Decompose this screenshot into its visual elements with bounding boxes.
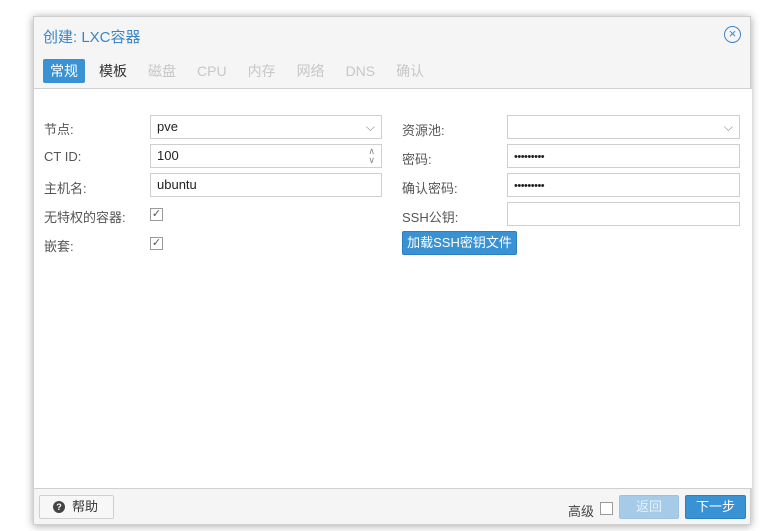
- dialog-titlebar: 创建: LXC容器 ×: [34, 17, 750, 55]
- tab-dns: DNS: [345, 63, 376, 79]
- chevron-down-icon[interactable]: ⌵: [724, 116, 733, 138]
- tab-template[interactable]: 模板: [92, 59, 134, 83]
- nesting-checkbox[interactable]: ✓: [150, 237, 163, 250]
- confirm-password-input[interactable]: •••••••••: [507, 173, 740, 197]
- password-input[interactable]: •••••••••: [507, 144, 740, 168]
- password-label: 密码:: [402, 152, 432, 167]
- advanced-label: 高级: [568, 504, 595, 519]
- checkmark-icon: ✓: [151, 237, 162, 249]
- question-circle-icon: ?: [53, 501, 65, 513]
- dialog-footer: ? 帮助 高级 返回 下一步: [34, 490, 752, 526]
- ssh-key-label: SSH公钥:: [402, 210, 459, 225]
- tab-disks: 磁盘: [148, 63, 176, 79]
- ssh-key-input[interactable]: [507, 202, 740, 226]
- pool-select[interactable]: ⌵: [507, 115, 740, 139]
- ctid-value: 100: [157, 148, 179, 163]
- checkmark-icon: ✓: [151, 208, 162, 220]
- help-label: 帮助: [72, 499, 99, 514]
- dialog-title: 创建: LXC容器: [43, 29, 141, 46]
- nesting-label: 嵌套:: [44, 239, 74, 254]
- node-select[interactable]: pve ⌵: [150, 115, 382, 139]
- confirm-password-label: 确认密码:: [402, 181, 458, 196]
- hostname-label: 主机名:: [44, 181, 87, 196]
- help-button[interactable]: ? 帮助: [39, 495, 114, 519]
- back-button[interactable]: 返回: [619, 495, 679, 519]
- tab-memory: 内存: [247, 63, 276, 79]
- hostname-value: ubuntu: [157, 177, 197, 192]
- node-value: pve: [157, 119, 178, 134]
- hostname-input[interactable]: ubuntu: [150, 173, 382, 197]
- node-label: 节点:: [44, 122, 74, 137]
- password-value: •••••••••: [514, 151, 545, 163]
- spinner-arrows-icon[interactable]: ∧ ∨: [368, 147, 375, 165]
- tab-network: 网络: [296, 63, 325, 79]
- confirm-password-value: •••••••••: [514, 180, 545, 192]
- tab-confirm: 确认: [396, 63, 425, 79]
- unprivileged-label: 无特权的容器:: [44, 210, 126, 225]
- tab-general[interactable]: 常规: [43, 59, 85, 83]
- pool-label: 资源池:: [402, 123, 445, 138]
- ctid-label: CT ID:: [44, 149, 82, 164]
- next-button[interactable]: 下一步: [685, 495, 746, 519]
- unprivileged-checkbox[interactable]: ✓: [150, 208, 163, 221]
- tab-cpu: CPU: [197, 63, 227, 79]
- load-ssh-key-button[interactable]: 加载SSH密钥文件: [402, 231, 517, 255]
- ctid-spinner[interactable]: 100 ∧ ∨: [150, 144, 382, 168]
- general-form-panel: 节点: pve ⌵ CT ID: 100 ∧ ∨ 主机名: ubuntu 无特权的…: [34, 88, 752, 489]
- advanced-checkbox[interactable]: [600, 502, 613, 515]
- wizard-tabs: 常规 模板 磁盘 CPU 内存 网络 DNS 确认: [43, 59, 438, 83]
- close-icon[interactable]: ×: [724, 26, 741, 43]
- chevron-down-icon[interactable]: ⌵: [366, 116, 375, 138]
- create-lxc-dialog: 创建: LXC容器 × 常规 模板 磁盘 CPU 内存 网络 DNS 确认 节点…: [33, 16, 752, 526]
